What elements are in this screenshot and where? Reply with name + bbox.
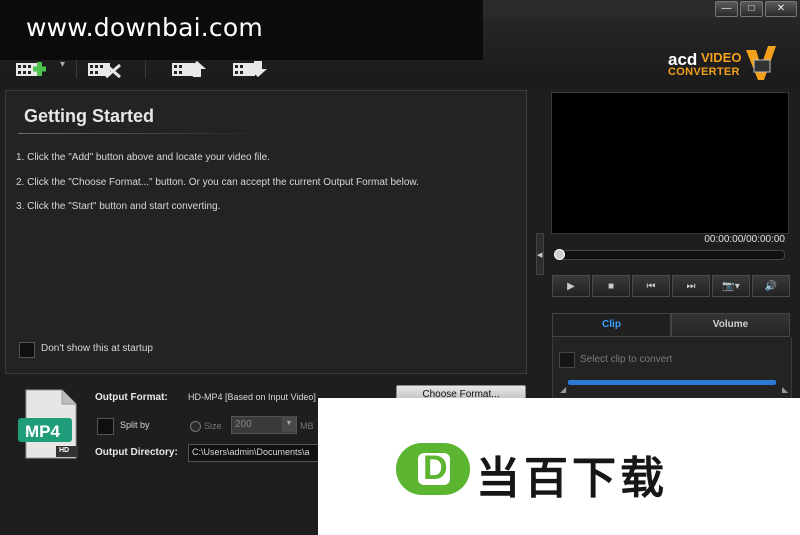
- getting-started-panel: Getting Started 1. Click the "Add" butto…: [5, 90, 527, 374]
- previous-button[interactable]: ⏮: [632, 275, 670, 297]
- add-dropdown-arrow[interactable]: ▾: [60, 59, 65, 70]
- camera-icon: 📷▾: [722, 281, 740, 292]
- playback-controls: ▶ ■ ⏮ ⏭ 📷▾ 🔊: [552, 275, 790, 297]
- step-2-text: 2. Click the "Choose Format..." button. …: [16, 177, 419, 188]
- chevron-down-icon[interactable]: ▼: [282, 416, 296, 432]
- step-3-text: 3. Click the "Start" button and start co…: [16, 201, 221, 212]
- stop-button[interactable]: ■: [592, 275, 630, 297]
- logo-mark-icon: [746, 46, 776, 80]
- timecode: 00:00:00/00:00:00: [704, 234, 785, 245]
- remove-video-icon: [88, 63, 121, 79]
- hd-badge-text: HD: [59, 447, 70, 454]
- chevron-down-icon: ▾: [60, 59, 66, 70]
- output-format-icon: MP4 HD: [18, 388, 80, 460]
- watermark-text: www.downbai.com: [26, 13, 263, 42]
- output-format-label: Output Format:: [95, 392, 168, 403]
- close-icon: ✕: [776, 3, 786, 14]
- skip-back-icon: ⏮: [646, 281, 656, 292]
- move-up-icon: [172, 61, 206, 77]
- output-directory-value: C:\Users\admin\Documents\a: [192, 447, 310, 457]
- play-button[interactable]: ▶: [552, 275, 590, 297]
- banner-logo: D: [396, 441, 470, 497]
- size-unit-label: MB: [300, 421, 314, 431]
- remove-video-button[interactable]: [87, 60, 127, 83]
- output-format-value: HD-MP4 [Based on Input Video]: [188, 392, 316, 402]
- minimize-button[interactable]: —: [715, 1, 738, 17]
- seek-bar[interactable]: [555, 250, 785, 260]
- toolbar-separator: [145, 58, 146, 78]
- move-down-icon: [233, 61, 267, 77]
- banner-logo-letter: D: [423, 449, 448, 487]
- add-video-button[interactable]: [15, 60, 55, 83]
- dont-show-startup-label: Don't show this at startup: [41, 343, 153, 354]
- speaker-icon: 🔊: [764, 281, 778, 292]
- logo-video-text: VIDEO: [701, 50, 742, 65]
- size-radio[interactable]: [190, 421, 201, 432]
- close-button[interactable]: ✕: [765, 1, 797, 17]
- tab-volume[interactable]: Volume: [671, 313, 790, 337]
- next-button[interactable]: ⏭: [672, 275, 710, 297]
- select-clip-label: Select clip to convert: [580, 354, 673, 365]
- video-preview: [551, 92, 789, 234]
- banner-text: 当百下载: [476, 453, 668, 504]
- mp4-badge-text: MP4: [25, 422, 60, 441]
- clip-end-marker-icon[interactable]: ◣: [782, 385, 788, 394]
- clip-start-marker-icon[interactable]: ◢: [560, 385, 566, 394]
- add-video-icon: [16, 62, 46, 76]
- title-divider: [18, 133, 268, 134]
- getting-started-title: Getting Started: [24, 106, 155, 126]
- collapse-arrow-icon[interactable]: ◀: [537, 251, 542, 259]
- minimize-icon: —: [721, 3, 732, 14]
- clip-volume-tabs: Clip Volume: [552, 313, 790, 337]
- move-up-button[interactable]: [171, 60, 211, 83]
- move-down-button[interactable]: [232, 60, 272, 83]
- split-by-label: Split by: [120, 420, 150, 430]
- maximize-icon: □: [748, 3, 755, 14]
- step-1-text: 1. Click the "Add" button above and loca…: [16, 152, 270, 163]
- tab-clip[interactable]: Clip: [552, 313, 671, 337]
- volume-button[interactable]: 🔊: [752, 275, 790, 297]
- split-by-checkbox[interactable]: [97, 418, 114, 435]
- snapshot-button[interactable]: 📷▾: [712, 275, 750, 297]
- output-directory-label: Output Directory:: [95, 447, 178, 458]
- size-label: Size: [204, 421, 222, 431]
- dont-show-startup-checkbox[interactable]: [19, 342, 35, 358]
- seek-knob[interactable]: [554, 249, 565, 260]
- clip-range-bar[interactable]: [568, 380, 776, 385]
- skip-forward-icon: ⏭: [686, 281, 696, 292]
- play-icon: ▶: [567, 281, 575, 292]
- logo-converter-text: CONVERTER: [668, 66, 740, 78]
- size-select-value: 200: [235, 419, 252, 430]
- select-clip-checkbox[interactable]: [559, 352, 575, 368]
- app-logo: acd VIDEO CONVERTER: [668, 46, 778, 84]
- maximize-button[interactable]: □: [740, 1, 763, 17]
- toolbar-separator: [76, 58, 77, 78]
- stop-icon: ■: [607, 281, 615, 292]
